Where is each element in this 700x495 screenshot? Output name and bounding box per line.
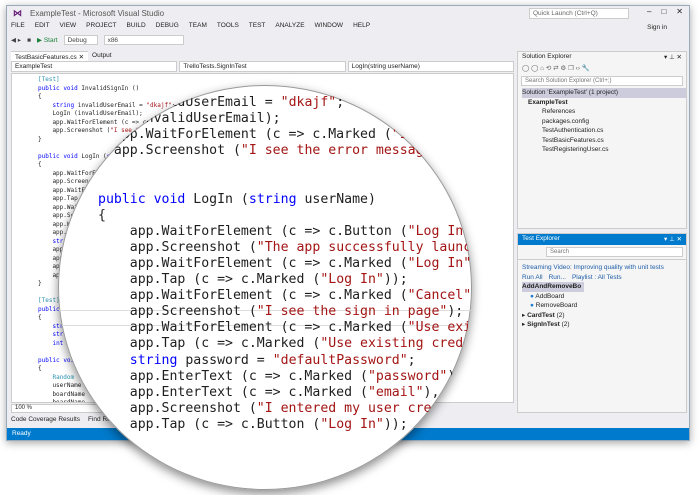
menu-item-tools[interactable]: TOOLS bbox=[217, 22, 239, 29]
menu-item-edit[interactable]: EDIT bbox=[35, 22, 50, 29]
toolbar: ◀ ▸ ■ ▶ Start Debug x86 bbox=[11, 35, 184, 45]
streaming-video-link[interactable]: Streaming Video: Improving quality with … bbox=[522, 263, 686, 273]
run-dropdown[interactable]: Run... bbox=[549, 273, 566, 283]
project-node[interactable]: ExampleTest bbox=[522, 98, 686, 108]
run-all-button[interactable]: Run All bbox=[522, 273, 543, 283]
code-line: app.WaitForElement (c => c.Button ("Log … bbox=[98, 223, 472, 239]
menu-item-analyze[interactable]: ANALYZE bbox=[275, 22, 304, 29]
class-dropdown[interactable]: TrelloTests.SignInTest bbox=[179, 61, 346, 72]
back-button[interactable]: ◀ ▸ bbox=[11, 36, 21, 44]
quick-launch-input[interactable]: Quick Launch (Ctrl+Q) bbox=[529, 8, 629, 19]
code-line: (invalidUserEmail); bbox=[98, 111, 281, 127]
solution-search-input[interactable]: Search Solution Explorer (Ctrl+;) bbox=[521, 76, 683, 86]
code-line: app.WaitForElement (c => c.Marked ("I se… bbox=[98, 127, 472, 143]
test-group[interactable]: ▸ CardTest (2) bbox=[522, 311, 686, 321]
test-item[interactable]: ● AddBoard bbox=[522, 292, 686, 302]
platform-select[interactable]: x86 bbox=[103, 35, 184, 45]
test-group[interactable]: AddAndRemoveBo bbox=[522, 282, 584, 292]
code-line: invalidUserEmail = "dkajf"; bbox=[98, 95, 345, 110]
maximize-button[interactable]: □ bbox=[661, 7, 666, 16]
start-button[interactable]: ▶ Start bbox=[37, 36, 58, 44]
code-line: app.Screenshot ("I entered my user crede… bbox=[98, 400, 472, 416]
menu-item-debug[interactable]: DEBUG bbox=[156, 22, 179, 29]
test-label: AddBoard bbox=[535, 292, 565, 300]
code-line: app.Tap (c => c.Marked ("Log In")); bbox=[98, 272, 408, 288]
menu-bar: FILE EDIT VIEW PROJECT BUILD DEBUG TEAM TOOLS TE… bbox=[11, 22, 370, 29]
close-button[interactable]: ✕ bbox=[676, 7, 683, 16]
test-search-input[interactable]: Search bbox=[546, 247, 683, 257]
tree-item[interactable]: TestAuthentication.cs bbox=[522, 126, 686, 136]
code-line: public void LogIn (string userName) bbox=[98, 191, 376, 207]
minimize-button[interactable]: – bbox=[647, 7, 651, 16]
tab-code-coverage[interactable]: Code Coverage Results bbox=[11, 416, 80, 423]
tab-output[interactable]: Output bbox=[88, 51, 116, 61]
panel-title: Test Explorer bbox=[522, 235, 560, 242]
code-line: app.WaitForElement (c => c.Marked ("Log … bbox=[98, 255, 472, 271]
test-group-label: CardTest bbox=[527, 311, 555, 319]
code-line: [Test] bbox=[38, 76, 60, 83]
sign-in-link[interactable]: Sign in bbox=[647, 24, 667, 31]
test-count: (2) bbox=[561, 321, 570, 328]
vs-logo-icon: ⋈ bbox=[13, 8, 22, 18]
test-label: RemoveBoard bbox=[535, 302, 578, 309]
code-line: app.Tap (c => c.Button ("Log In")); bbox=[98, 416, 408, 432]
tree-item[interactable]: TestRegisteringUser.cs bbox=[522, 145, 686, 155]
test-item[interactable]: ● RemoveBoard bbox=[522, 301, 686, 311]
close-icon[interactable]: ▾ ⊥ ✕ bbox=[664, 53, 682, 62]
menu-item-file[interactable]: FILE bbox=[11, 22, 25, 29]
code-line: string password = "defaultPassword"; bbox=[129, 352, 416, 368]
code-line: app.Screenshot ("I see the sign in page"… bbox=[98, 304, 464, 320]
tree-item[interactable]: TestBasicFeatures.cs bbox=[522, 136, 686, 146]
magnifier-lens: invalidUserEmail = "dkajf"; (invalidUser… bbox=[58, 85, 472, 490]
code-line: { bbox=[98, 207, 106, 223]
menu-item-help[interactable]: HELP bbox=[353, 22, 370, 29]
member-dropdown[interactable]: LogIn(string userName) bbox=[347, 61, 514, 72]
save-icon[interactable]: ■ bbox=[27, 37, 31, 44]
menu-item-project[interactable]: PROJECT bbox=[86, 22, 116, 29]
test-explorer: Test Explorer ▾ ⊥ ✕ Search Streaming Vide… bbox=[517, 233, 687, 413]
tree-item[interactable]: packages.config bbox=[522, 117, 686, 127]
test-status-icon: ● bbox=[530, 292, 534, 300]
tab-testbasicfeatures[interactable]: TestBasicFeatures.cs ✕ bbox=[11, 51, 89, 61]
code-line: app.EnterText (c => c.Marked ("email"), … bbox=[98, 384, 472, 400]
menu-item-team[interactable]: TEAM bbox=[189, 22, 207, 29]
tab-label: TestBasicFeatures.cs bbox=[15, 54, 77, 61]
test-count: (2) bbox=[556, 311, 565, 319]
close-icon[interactable]: ▾ ⊥ ✕ bbox=[664, 235, 682, 244]
code-line: app.Screenshot ("I see the error message… bbox=[98, 143, 456, 159]
menu-item-window[interactable]: WINDOW bbox=[315, 22, 344, 29]
menu-item-test[interactable]: TEST bbox=[249, 22, 266, 29]
project-dropdown[interactable]: ExampleTest bbox=[11, 61, 178, 72]
solution-toolbar: ◯ ◯ ⌂ ⟲ ⇄ ⚙ ❐ ‹› 🔧 bbox=[522, 65, 590, 72]
test-group-label: SignInTest bbox=[527, 321, 560, 328]
code-line: app.Screenshot ("The app successfully la… bbox=[98, 239, 472, 255]
test-status-icon: ● bbox=[530, 302, 534, 309]
panel-title: Solution Explorer bbox=[522, 53, 572, 60]
code-line: app.WaitForElement (c => c.Marked ("Use … bbox=[98, 320, 472, 336]
solution-node[interactable]: Solution 'ExampleTest' (1 project) bbox=[522, 88, 686, 98]
code-line: app.WaitForElement (c => c.Marked ("Canc… bbox=[98, 288, 472, 304]
solution-explorer: Solution Explorer ▾ ⊥ ✕ ◯ ◯ ⌂ ⟲ ⇄ ⚙ ❐ ‹› … bbox=[517, 51, 687, 229]
window-title: ExampleTest - Microsoft Visual Studio bbox=[30, 9, 165, 18]
playlist-dropdown[interactable]: Playlist : All Tests bbox=[572, 273, 622, 283]
menu-item-build[interactable]: BUILD bbox=[127, 22, 146, 29]
code-line: app.EnterText (c => c.Marked ("password"… bbox=[98, 368, 472, 384]
config-select[interactable]: Debug bbox=[63, 35, 98, 45]
menu-item-view[interactable]: VIEW bbox=[60, 22, 77, 29]
tree-item[interactable]: References bbox=[522, 107, 686, 117]
test-group[interactable]: ▸ SignInTest (2) bbox=[522, 320, 686, 330]
code-line: app.Tap (c => c.Marked ("Use existing cr… bbox=[98, 336, 472, 352]
